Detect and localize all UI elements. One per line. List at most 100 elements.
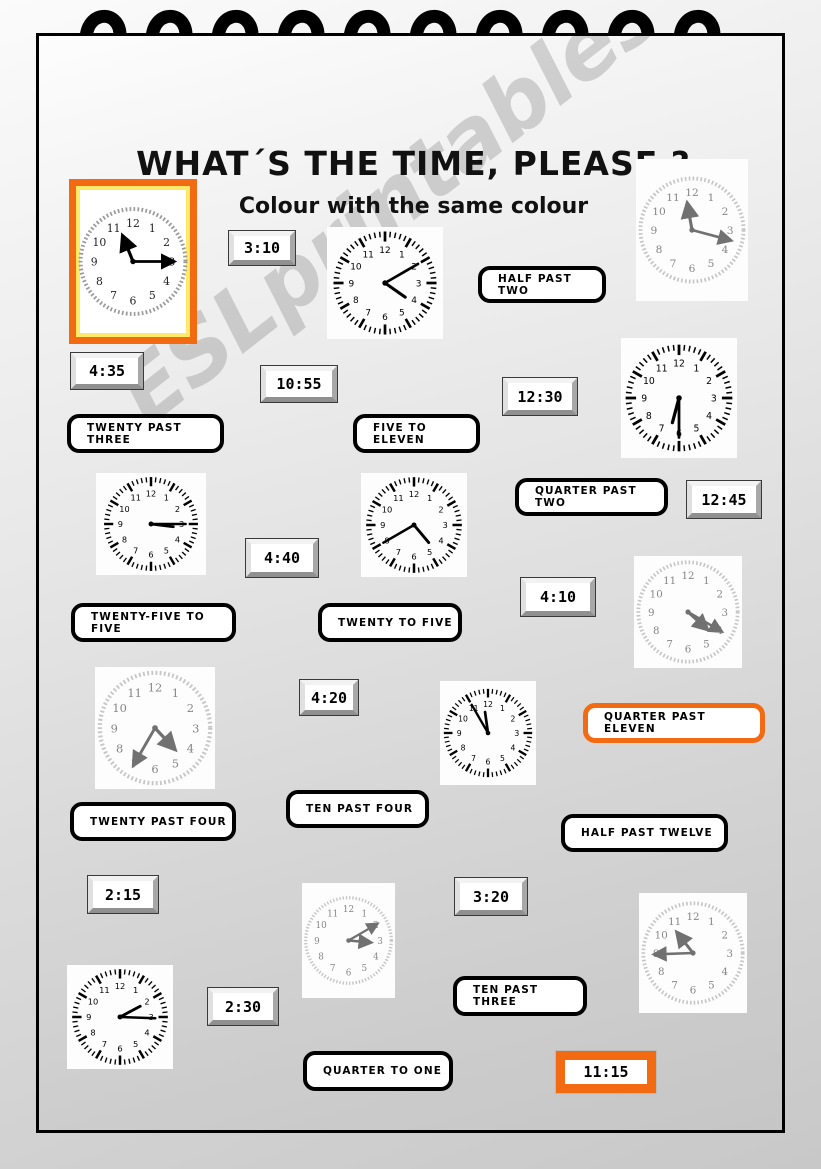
svg-text:4: 4: [510, 743, 515, 752]
time-word-label[interactable]: QUARTER TO ONE: [303, 1051, 453, 1091]
digital-time-box[interactable]: 4:10: [520, 577, 596, 617]
svg-text:8: 8: [653, 625, 660, 637]
svg-text:2: 2: [163, 236, 170, 249]
time-word-label[interactable]: HALF PAST TWELVE: [561, 814, 728, 852]
svg-text:6: 6: [382, 313, 388, 323]
svg-text:1: 1: [693, 363, 699, 374]
svg-text:7: 7: [671, 980, 678, 992]
svg-text:10: 10: [119, 504, 129, 514]
digital-time-box[interactable]: 11:15: [555, 1050, 657, 1094]
svg-text:2: 2: [187, 701, 194, 715]
svg-text:9: 9: [457, 729, 462, 738]
svg-text:9: 9: [651, 224, 658, 237]
svg-text:6: 6: [411, 551, 416, 561]
time-word-label[interactable]: TEN PAST FOUR: [286, 790, 429, 828]
worksheet-page: ESLprintables.com WHAT´S THE TIME, PLEAS…: [0, 0, 821, 1169]
clock-face[interactable]: 123456789101112: [636, 159, 748, 301]
svg-text:2: 2: [144, 997, 149, 1007]
time-word-label[interactable]: TWENTY PAST THREE: [67, 414, 224, 453]
time-word-label[interactable]: FIVE TO ELEVEN: [353, 414, 480, 453]
svg-text:6: 6: [685, 644, 692, 656]
digital-time-box[interactable]: 2:15: [87, 875, 159, 914]
time-word-label[interactable]: TWENTY-FIVE TO FIVE: [71, 603, 236, 642]
svg-text:8: 8: [646, 411, 652, 422]
digital-time-box[interactable]: 2:30: [207, 987, 279, 1026]
svg-text:9: 9: [648, 607, 655, 619]
svg-text:2: 2: [717, 589, 724, 601]
time-word-label[interactable]: QUARTER PAST TWO: [515, 478, 668, 516]
svg-text:12: 12: [681, 570, 694, 582]
svg-text:5: 5: [693, 424, 699, 435]
clock-face[interactable]: 123456789101112: [639, 893, 747, 1013]
svg-text:12: 12: [379, 246, 390, 256]
svg-text:8: 8: [318, 953, 324, 963]
svg-text:5: 5: [133, 1039, 138, 1049]
svg-text:8: 8: [116, 742, 123, 756]
svg-text:10: 10: [88, 997, 99, 1007]
svg-text:1: 1: [149, 222, 156, 235]
svg-text:4: 4: [187, 742, 194, 756]
svg-text:12: 12: [686, 911, 699, 923]
svg-text:3: 3: [416, 279, 422, 289]
svg-text:6: 6: [130, 294, 137, 307]
digital-time-box[interactable]: 10:55: [260, 365, 338, 403]
svg-text:4: 4: [144, 1028, 149, 1038]
clock-face[interactable]: 123456789101112: [67, 965, 173, 1069]
svg-text:9: 9: [380, 520, 385, 530]
svg-text:4: 4: [438, 536, 443, 546]
svg-text:1: 1: [164, 493, 169, 503]
svg-text:3: 3: [443, 520, 448, 530]
svg-text:10: 10: [316, 921, 328, 931]
svg-text:3: 3: [514, 729, 519, 738]
digital-time-box[interactable]: 3:20: [454, 877, 528, 916]
svg-text:2: 2: [722, 930, 729, 942]
svg-text:9: 9: [86, 1012, 91, 1022]
svg-text:7: 7: [110, 289, 117, 302]
svg-text:12: 12: [343, 905, 354, 915]
clock-face[interactable]: 123456789101112: [69, 179, 197, 344]
svg-text:3: 3: [721, 607, 728, 619]
clock-face[interactable]: 123456789101112: [361, 473, 467, 577]
svg-text:8: 8: [658, 966, 665, 978]
svg-text:7: 7: [133, 546, 138, 556]
digital-time-box[interactable]: 3:10: [228, 230, 296, 266]
svg-text:12: 12: [685, 186, 699, 199]
clock-face[interactable]: 123456789101112: [440, 681, 536, 785]
svg-text:10: 10: [650, 589, 663, 601]
time-word-label[interactable]: TEN PAST THREE: [453, 976, 587, 1016]
digital-time-box[interactable]: 4:35: [70, 352, 144, 390]
svg-text:7: 7: [666, 639, 673, 651]
clock-face[interactable]: 123456789101112: [634, 556, 742, 668]
clock-face[interactable]: 123456789101112: [95, 667, 215, 789]
svg-text:10: 10: [112, 701, 127, 715]
svg-text:11: 11: [99, 985, 110, 995]
digital-time-box[interactable]: 4:40: [245, 538, 319, 578]
digital-time-box[interactable]: 12:30: [502, 377, 578, 416]
digital-time-box[interactable]: 4:20: [299, 679, 359, 716]
svg-text:9: 9: [641, 393, 647, 404]
svg-text:2: 2: [438, 505, 443, 515]
svg-text:7: 7: [365, 308, 371, 318]
svg-text:7: 7: [471, 754, 476, 763]
svg-text:6: 6: [486, 758, 491, 767]
svg-text:4: 4: [163, 275, 170, 288]
svg-text:8: 8: [656, 243, 663, 256]
svg-text:1: 1: [172, 686, 179, 700]
svg-text:5: 5: [500, 754, 505, 763]
svg-text:4: 4: [373, 953, 379, 963]
clock-face[interactable]: 123456789101112: [621, 338, 737, 458]
svg-text:1: 1: [708, 916, 715, 928]
svg-text:12: 12: [115, 981, 126, 991]
clock-face[interactable]: 123456789101112: [327, 227, 443, 339]
time-word-label[interactable]: TWENTY TO FIVE: [318, 603, 462, 642]
svg-text:12: 12: [126, 217, 140, 230]
notepad-sheet: ESLprintables.com WHAT´S THE TIME, PLEAS…: [36, 33, 785, 1133]
time-word-label[interactable]: HALF PAST TWO: [478, 266, 606, 303]
clock-face[interactable]: 123456789101112: [302, 883, 395, 998]
time-word-label[interactable]: TWENTY PAST FOUR: [70, 802, 236, 841]
time-word-label[interactable]: QUARTER PAST ELEVEN: [583, 703, 765, 743]
svg-text:11: 11: [131, 493, 141, 503]
svg-text:5: 5: [164, 546, 169, 556]
digital-time-box[interactable]: 12:45: [686, 480, 762, 519]
clock-face[interactable]: 123456789101112: [96, 473, 206, 575]
